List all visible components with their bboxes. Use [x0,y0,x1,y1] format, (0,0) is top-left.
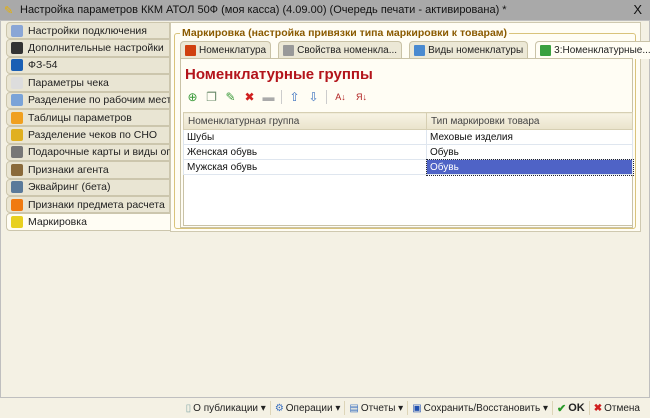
column-header[interactable]: Номенклатурная группа [183,112,427,130]
bottom-bar: ▯ О публикации ▾ ⚙ Операции ▾ ▤ Отчеты ▾ ▣ С… [0,398,650,418]
cell-group[interactable]: Мужская обувь [183,159,427,175]
tab[interactable]: Свойства номенкла... [278,41,403,58]
sidebar-item-icon [11,111,23,124]
close-icon[interactable]: X [633,2,642,17]
sidebar-item-label: Разделение чеков по СНО [28,129,158,142]
window-title: Настройка параметров ККМ АТОЛ 50Ф (моя к… [20,4,507,16]
sidebar-item[interactable]: Подарочные карты и виды оплат [6,143,189,162]
cancel-icon: ✖ [593,402,603,414]
sidebar-item-icon [11,94,23,107]
sidebar-item[interactable]: Параметры чека [6,74,170,92]
tab-label: Виды номенклатуры [428,44,524,56]
table-row[interactable]: Мужская обувь Обувь [183,158,634,176]
sidebar-item-label: Маркировка [28,215,87,228]
sidebar-item[interactable]: ФЗ-54 [6,56,170,75]
sidebar-item[interactable]: Эквайринг (бета) [6,178,170,196]
cell-type[interactable]: Обувь [426,144,633,160]
tab[interactable]: Виды номенклатуры [409,41,529,58]
floppy-icon: ▣ [412,402,422,414]
tab-icon [283,44,295,56]
nomenclature-groups-table: Номенклатурная группа Тип маркировки тов… [183,112,634,176]
sidebar-item[interactable]: Признаки предмета расчета [6,195,170,214]
sidebar-item-label: Признаки предмета расчета [28,198,165,211]
cell-group[interactable]: Шубы [183,129,427,145]
edit-icon[interactable]: ✎ [224,90,237,104]
sidebar-item[interactable]: Разделение чеков по СНО [6,126,170,144]
sidebar-item-icon [11,146,23,159]
check-icon: ✔ [557,402,567,415]
page-title: Номенклатурные группы [185,66,373,83]
ok-button[interactable]: ✔ OK [552,401,589,415]
sidebar-item[interactable]: Маркировка [6,213,171,231]
separator [326,90,327,104]
toolbar: ⊕ ❐ ✎ ✖ ▬ ⇧ ⇩ A↓ Я↓ [186,90,369,104]
tab-label: 3:Номенклатурные... [554,45,650,56]
separator [281,90,282,104]
sidebar-item[interactable]: Настройки подключения [6,22,170,40]
sidebar-item-icon [11,181,23,194]
sidebar-item-icon [11,129,23,142]
reports-button[interactable]: ▤ Отчеты ▾ [344,401,407,415]
sidebar: Настройки подключения Дополнительные наст… [6,22,189,231]
tab-label: Свойства номенкла... [297,44,398,56]
delete-icon[interactable]: ✖ [243,90,256,104]
cancel-button[interactable]: ✖ Отмена [588,401,644,415]
sidebar-item-label: Настройки подключения [28,24,147,37]
sidebar-item[interactable]: Таблицы параметров [6,108,170,127]
publications-button[interactable]: ▯ О публикации ▾ [182,401,270,415]
tab[interactable]: Номенклатура [180,41,272,58]
sidebar-item-label: Эквайринг (бета) [28,181,111,194]
column-header[interactable]: Тип маркировки товара [426,112,633,130]
sidebar-item-icon [11,42,23,55]
group-label: Маркировка (настройка привязки типа марк… [180,27,510,39]
title-bar: ✎ Настройка параметров ККМ АТОЛ 50Ф (моя… [0,0,650,20]
sort-asc-icon[interactable]: A↓ [333,92,348,102]
reports-icon: ▤ [349,402,359,414]
tab-icon [414,44,426,56]
sidebar-item[interactable]: Признаки агента [6,161,170,179]
sidebar-item-label: Подарочные карты и виды оплат [28,146,189,159]
operations-button[interactable]: ⚙ Операции ▾ [269,401,345,415]
sidebar-item-icon [11,215,23,228]
table-row[interactable]: Шубы Меховые изделия [183,129,633,145]
sidebar-item-icon [11,59,23,72]
sidebar-item-icon [11,76,23,89]
sidebar-item-label: Дополнительные настройки [28,42,164,55]
add-icon[interactable]: ⊕ [186,90,199,104]
cell-group[interactable]: Женская обувь [183,144,427,160]
save-restore-button[interactable]: ▣ Сохранить/Восстановить ▾ [407,401,552,415]
sidebar-item[interactable]: Разделение по рабочим местам [6,91,184,109]
operations-icon: ⚙ [274,402,284,414]
tab[interactable]: 3:Номенклатурные... [535,41,650,59]
tab-icon [185,44,196,56]
cell-type-selected[interactable]: Обувь [425,158,634,176]
table-row[interactable]: Женская обувь Обувь [183,144,633,160]
sidebar-item-label: ФЗ-54 [28,59,58,72]
sidebar-item-label: Разделение по рабочим местам [28,94,185,107]
sidebar-item-icon [11,163,23,176]
sidebar-item[interactable]: Дополнительные настройки [6,39,170,57]
sidebar-item-icon [11,198,23,211]
copy-icon[interactable]: ❐ [205,90,218,104]
sidebar-item-label: Таблицы параметров [28,111,132,124]
app-icon: ✎ [4,5,14,17]
tab-bar: Номенклатура Свойства номенкла... Виды ном… [180,41,650,59]
save-icon[interactable]: ▬ [262,90,275,104]
move-down-icon[interactable]: ⇩ [307,90,320,104]
move-up-icon[interactable]: ⇧ [288,90,301,104]
tab-icon [540,45,552,56]
sidebar-item-label: Параметры чека [28,76,109,89]
cell-type[interactable]: Меховые изделия [426,129,633,145]
sidebar-item-icon [11,24,23,37]
sort-desc-icon[interactable]: Я↓ [354,92,369,102]
tab-label: Номенклатура [199,44,267,56]
document-icon: ▯ [185,402,192,414]
sidebar-item-label: Признаки агента [28,163,109,176]
